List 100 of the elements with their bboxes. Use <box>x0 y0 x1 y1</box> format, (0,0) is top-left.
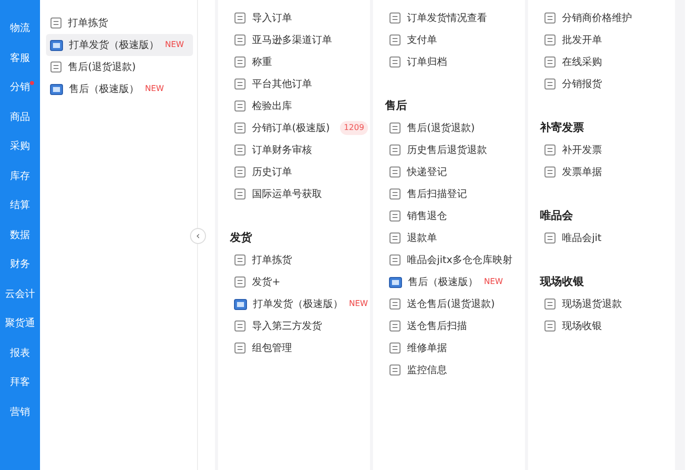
menu-item[interactable]: 送仓售后(退货退款) <box>385 293 525 315</box>
section-title: 发货 <box>230 230 253 246</box>
menu-item[interactable]: 发票单据 <box>540 161 675 183</box>
menu-item[interactable]: 打单拣货 <box>230 249 370 271</box>
document-icon <box>234 122 246 134</box>
sidebar-item[interactable]: 报表 <box>10 338 30 368</box>
menu-item[interactable]: 批发开单 <box>540 29 675 51</box>
menu-item[interactable]: 维修单据 <box>385 337 525 359</box>
sidebar-item[interactable]: 数据 <box>10 220 30 250</box>
menu-item[interactable]: 历史售后退货退款 <box>385 139 525 161</box>
menu-item[interactable]: 平台其他订单 <box>230 73 370 95</box>
document-icon <box>389 188 401 200</box>
menu-item[interactable]: 支付单 <box>385 29 525 51</box>
menu-item[interactable]: 亚马逊多渠道订单 <box>230 29 370 51</box>
menu-item-label: 分销订单(极速版) <box>252 122 330 136</box>
sidebar-item[interactable]: 云会计 <box>5 280 35 309</box>
menu-item-label: 现场退货退款 <box>562 298 622 312</box>
document-icon <box>234 320 246 332</box>
menu-item[interactable]: 监控信息 <box>385 359 525 381</box>
menu-item-label: 售后扫描登记 <box>407 188 467 202</box>
sidebar-item[interactable]: 库存 <box>10 162 30 191</box>
sidebar-item[interactable]: 采购 <box>10 132 30 162</box>
menu-item[interactable]: 称重 <box>230 51 370 73</box>
menu-item[interactable]: 送仓售后扫描 <box>385 315 525 337</box>
menu-item[interactable]: 售后(退货退款) <box>385 117 525 139</box>
sidebar-item[interactable]: 商品 <box>10 102 30 132</box>
document-icon <box>389 210 401 222</box>
new-tag: NEW <box>145 83 164 95</box>
menu-item[interactable]: 唯品会jit <box>540 227 675 249</box>
menu-item[interactable]: 售后(退货退款) <box>46 56 193 78</box>
menu-item[interactable]: 组包管理 <box>230 337 370 359</box>
menu-item-label: 国际运单号获取 <box>252 188 322 202</box>
menu-item-label: 导入第三方发货 <box>252 320 322 334</box>
menu-item[interactable]: 售后（极速版） NEW <box>46 78 193 100</box>
menu-item-label: 打单发货（极速版） <box>253 298 343 312</box>
document-icon <box>389 320 401 332</box>
menu-item[interactable]: 订单发货情况查看 <box>385 7 525 29</box>
menu-item[interactable]: 现场收银 <box>540 315 675 337</box>
menu-item[interactable]: 发货+ <box>230 271 370 293</box>
section-title: 唯品会 <box>540 208 574 224</box>
menu-item[interactable]: 导入第三方发货 <box>230 315 370 337</box>
sidebar-item[interactable]: 结算 <box>10 191 30 220</box>
document-icon <box>544 12 556 24</box>
menu-item-label: 分销商价格维护 <box>562 12 632 26</box>
sidebar-item[interactable]: 财务 <box>10 250 30 280</box>
menu-item[interactable]: 快递登记 <box>385 161 525 183</box>
menu-item-label: 现场收银 <box>562 320 602 334</box>
document-icon <box>389 144 401 156</box>
menu-item[interactable]: 分销商价格维护 <box>540 7 675 29</box>
document-icon <box>50 82 63 96</box>
menu-item-label: 退款单 <box>407 232 437 246</box>
menu-item-label: 送仓售后(退货退款) <box>407 298 495 312</box>
menu-item[interactable]: 国际运单号获取 <box>230 183 370 205</box>
document-icon <box>389 166 401 178</box>
document-icon <box>389 254 401 266</box>
document-icon <box>544 78 556 90</box>
menu-item[interactable]: 检验出库 <box>230 95 370 117</box>
menu-item[interactable]: 销售退仓 <box>385 205 525 227</box>
menu-item-label: 组包管理 <box>252 342 292 356</box>
menu-item[interactable]: 打单发货（极速版） NEW <box>230 293 370 315</box>
menu-item[interactable]: 唯品会jitx多仓仓库映射 <box>385 249 525 271</box>
menu-item[interactable]: 导入订单 <box>230 7 370 29</box>
menu-item-label: 销售退仓 <box>407 210 447 224</box>
sidebar-item[interactable]: 拜客 <box>10 368 30 398</box>
menu-item-label: 亚马逊多渠道订单 <box>252 34 332 48</box>
menu-item[interactable]: 售后（极速版） NEW <box>385 271 525 293</box>
document-icon <box>544 166 556 178</box>
sidebar-item[interactable]: 客服 <box>10 44 30 73</box>
document-icon <box>234 78 246 90</box>
menu-item[interactable]: 退款单 <box>385 227 525 249</box>
sidebar-item[interactable]: 聚货通 <box>5 309 35 338</box>
menu-item[interactable]: 现场退货退款 <box>540 293 675 315</box>
menu-item[interactable]: 分销报货 <box>540 73 675 95</box>
menu-item-label: 称重 <box>252 56 272 70</box>
sidebar-item[interactable]: 营销 <box>10 398 30 427</box>
menu-item[interactable]: 补开发票 <box>540 139 675 161</box>
menu-item-label: 平台其他订单 <box>252 78 312 92</box>
menu-item[interactable]: 打单发货（极速版） NEW <box>46 34 193 56</box>
menu-item[interactable]: 历史订单 <box>230 161 370 183</box>
document-icon <box>544 320 556 332</box>
new-tag: NEW <box>349 298 368 310</box>
menu-item-label: 分销报货 <box>562 78 602 92</box>
menu-item[interactable]: 售后扫描登记 <box>385 183 525 205</box>
menu-item[interactable]: 订单财务审核 <box>230 139 370 161</box>
menu-item[interactable]: 分销订单(极速版) 1209 <box>230 117 370 139</box>
menu-item-label: 订单发货情况查看 <box>407 12 487 26</box>
collapse-button[interactable]: ‹ <box>190 228 206 244</box>
menu-item[interactable]: 在线采购 <box>540 51 675 73</box>
sidebar-item[interactable]: 物流 <box>10 14 30 44</box>
document-icon <box>544 34 556 46</box>
sidebar-item[interactable]: 分销 <box>10 73 30 102</box>
menu-item[interactable]: 订单归档 <box>385 51 525 73</box>
document-icon <box>389 12 401 24</box>
menu-item[interactable]: 打单拣货 <box>46 12 193 34</box>
document-icon <box>234 56 246 68</box>
document-icon <box>389 122 401 134</box>
document-icon <box>389 232 401 244</box>
menu-item-label: 监控信息 <box>407 364 447 378</box>
menu-item-label: 补开发票 <box>562 144 602 158</box>
document-icon <box>234 100 246 112</box>
